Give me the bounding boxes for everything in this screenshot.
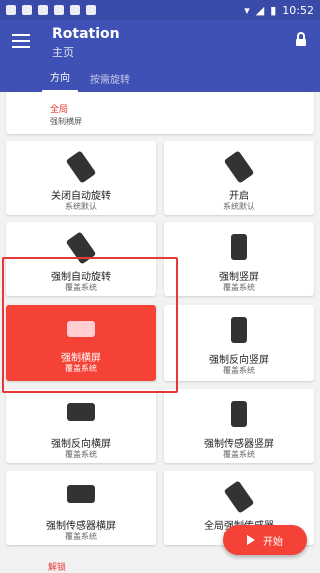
option-title: 关闭自动旋转 (51, 191, 111, 202)
phone-reverse-portrait-icon (231, 317, 247, 343)
phone-portrait-icon (231, 234, 247, 260)
option-subtitle: 覆盖系统 (223, 283, 255, 292)
option-force-reverse-portrait[interactable]: 强制反向竖屏 覆盖系统 (164, 305, 314, 381)
app-bar: Rotation 主页 方向 按需旋转 (0, 20, 320, 92)
notification-icon (54, 5, 64, 15)
option-subtitle: 系统默认 (65, 202, 97, 211)
download-icon (70, 5, 80, 15)
global-value: 强制横屏 (50, 117, 82, 126)
phone-sensor-landscape-icon (67, 485, 95, 503)
phone-reverse-landscape-icon (67, 403, 95, 421)
global-setting-card[interactable]: 全局 强制横屏 (6, 92, 314, 134)
orientation-list: 全局 强制横屏 关闭自动旋转 系统默认 开启 系统默认 强制自动旋转 覆盖系统 … (0, 92, 320, 569)
option-force-auto-rotate[interactable]: 强制自动旋转 覆盖系统 (6, 222, 156, 296)
option-force-landscape[interactable]: 强制横屏 覆盖系统 (6, 305, 156, 381)
download-icon (86, 5, 96, 15)
tab-bar: 方向 按需旋转 (0, 64, 320, 92)
signal-icon: ◢ (255, 3, 265, 17)
option-title: 强制传感器横屏 (46, 521, 116, 532)
bottom-section-label: 解锁 (48, 563, 67, 573)
status-time: 10:52 (282, 3, 314, 17)
option-subtitle: 覆盖系统 (65, 532, 97, 541)
start-button[interactable]: 开始 (223, 525, 307, 555)
wifi-icon: ▾ (244, 3, 250, 17)
option-subtitle: 覆盖系统 (223, 366, 255, 375)
option-title: 开启 (229, 191, 249, 202)
menu-icon[interactable] (12, 34, 30, 48)
lock-icon[interactable] (296, 32, 306, 46)
option-force-sensor-landscape[interactable]: 强制传感器横屏 覆盖系统 (6, 471, 156, 545)
option-subtitle: 覆盖系统 (65, 364, 97, 373)
page-subtitle: 主页 (52, 46, 74, 59)
option-subtitle: 系统默认 (223, 202, 255, 211)
global-label: 全局 (50, 105, 69, 115)
option-title: 强制自动旋转 (51, 272, 111, 283)
play-icon (247, 535, 255, 545)
option-enable[interactable]: 开启 系统默认 (164, 141, 314, 215)
option-title: 强制反向竖屏 (209, 355, 269, 366)
start-button-label: 开始 (263, 536, 283, 548)
option-disable-auto-rotate[interactable]: 关闭自动旋转 系统默认 (6, 141, 156, 215)
battery-icon: ▮ (270, 3, 277, 17)
notification-icons (6, 5, 96, 15)
option-title: 强制传感器竖屏 (204, 439, 274, 450)
option-force-sensor-portrait[interactable]: 强制传感器竖屏 覆盖系统 (164, 389, 314, 463)
option-title: 强制竖屏 (219, 272, 259, 283)
phone-sensor-icon (223, 480, 255, 514)
option-subtitle: 覆盖系统 (223, 450, 255, 459)
option-force-reverse-landscape[interactable]: 强制反向横屏 覆盖系统 (6, 389, 156, 463)
option-force-portrait[interactable]: 强制竖屏 覆盖系统 (164, 222, 314, 296)
option-title: 强制横屏 (61, 353, 101, 364)
phone-rotate-icon (65, 150, 97, 184)
tab-on-demand-rotate[interactable]: 按需旋转 (82, 71, 138, 92)
option-title: 强制反向横屏 (51, 439, 111, 450)
phone-rotate-icon (223, 150, 255, 184)
app-title: Rotation (52, 26, 120, 42)
phone-auto-rotate-icon (65, 231, 97, 265)
phone-sensor-portrait-icon (231, 401, 247, 427)
notification-icon (22, 5, 32, 15)
option-subtitle: 覆盖系统 (65, 450, 97, 459)
notification-icon (38, 5, 48, 15)
phone-landscape-icon (67, 321, 95, 337)
tab-direction[interactable]: 方向 (42, 69, 78, 92)
option-subtitle: 覆盖系统 (65, 283, 97, 292)
status-bar: ▾ ◢ ▮ 10:52 (0, 0, 320, 20)
notification-icon (6, 5, 16, 15)
